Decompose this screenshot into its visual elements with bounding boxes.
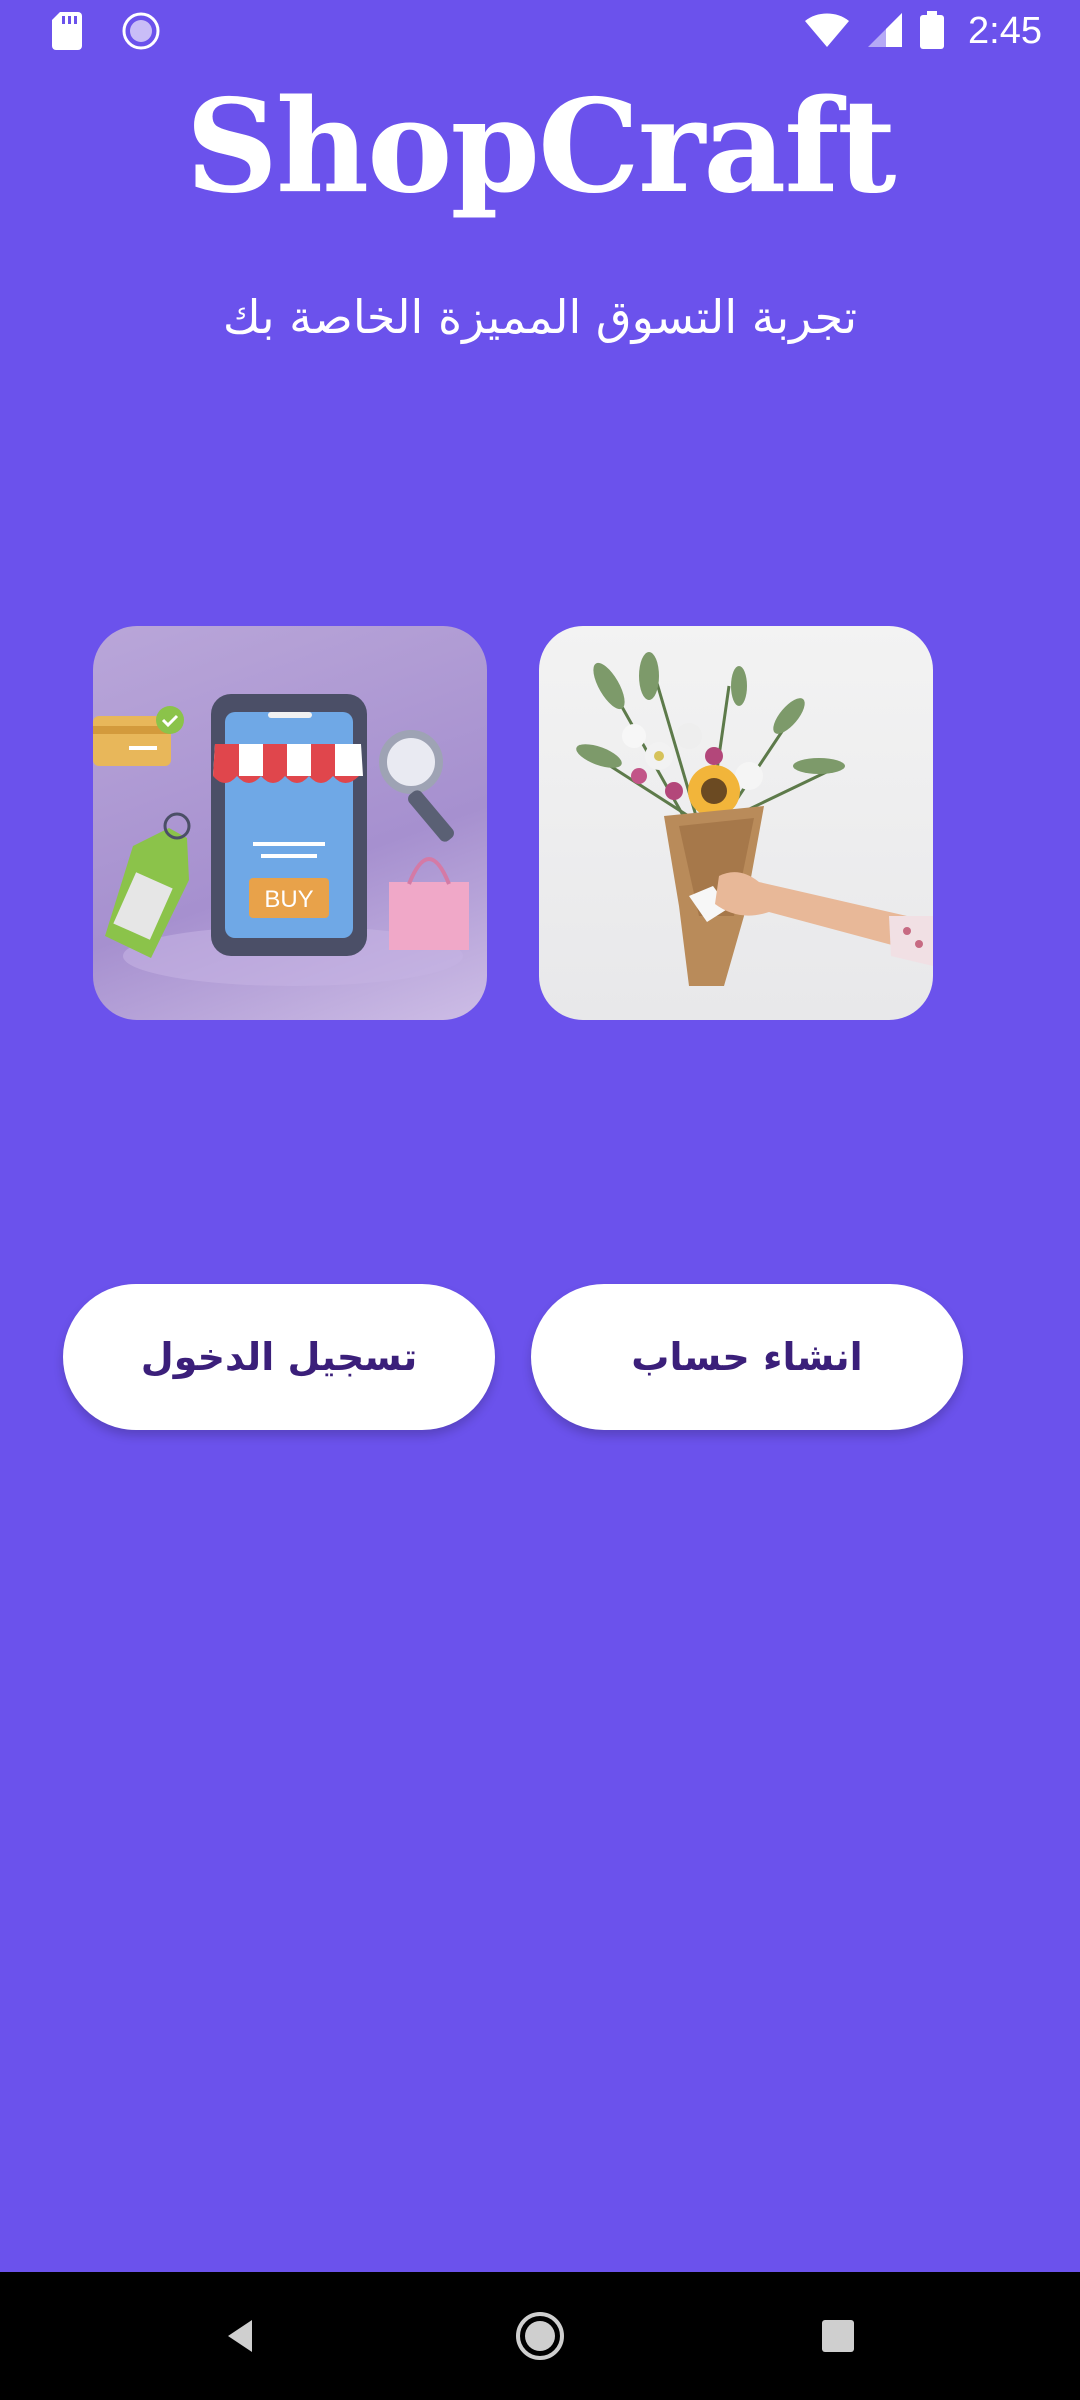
magnifier-icon xyxy=(379,730,454,842)
navigation-bar xyxy=(0,2272,1080,2400)
sd-card-icon xyxy=(52,12,82,54)
sync-icon xyxy=(122,12,160,54)
battery-icon xyxy=(920,10,945,53)
credit-card-icon xyxy=(93,706,184,766)
phone-illustration: BUY xyxy=(211,694,367,956)
shopping-illustration: BUY xyxy=(93,626,487,1020)
shopping-bag-icon xyxy=(389,857,469,950)
register-button[interactable]: انشاء حساب xyxy=(531,1284,963,1430)
login-button[interactable]: تسجيل الدخول xyxy=(63,1284,495,1430)
flower-bouquet-photo xyxy=(539,626,933,1020)
status-time: 2:45 xyxy=(968,10,1042,52)
status-bar: 2:45 xyxy=(0,0,1080,64)
signal-icon xyxy=(866,11,904,53)
recents-icon[interactable] xyxy=(806,2304,870,2368)
app-title: ShopCraft xyxy=(185,72,897,222)
home-icon[interactable] xyxy=(508,2304,572,2368)
tagline: تجربة التسوق المميزة الخاصة بك xyxy=(222,290,858,344)
buy-label: BUY xyxy=(264,886,313,913)
back-icon[interactable] xyxy=(210,2304,274,2368)
wifi-icon xyxy=(804,11,850,53)
